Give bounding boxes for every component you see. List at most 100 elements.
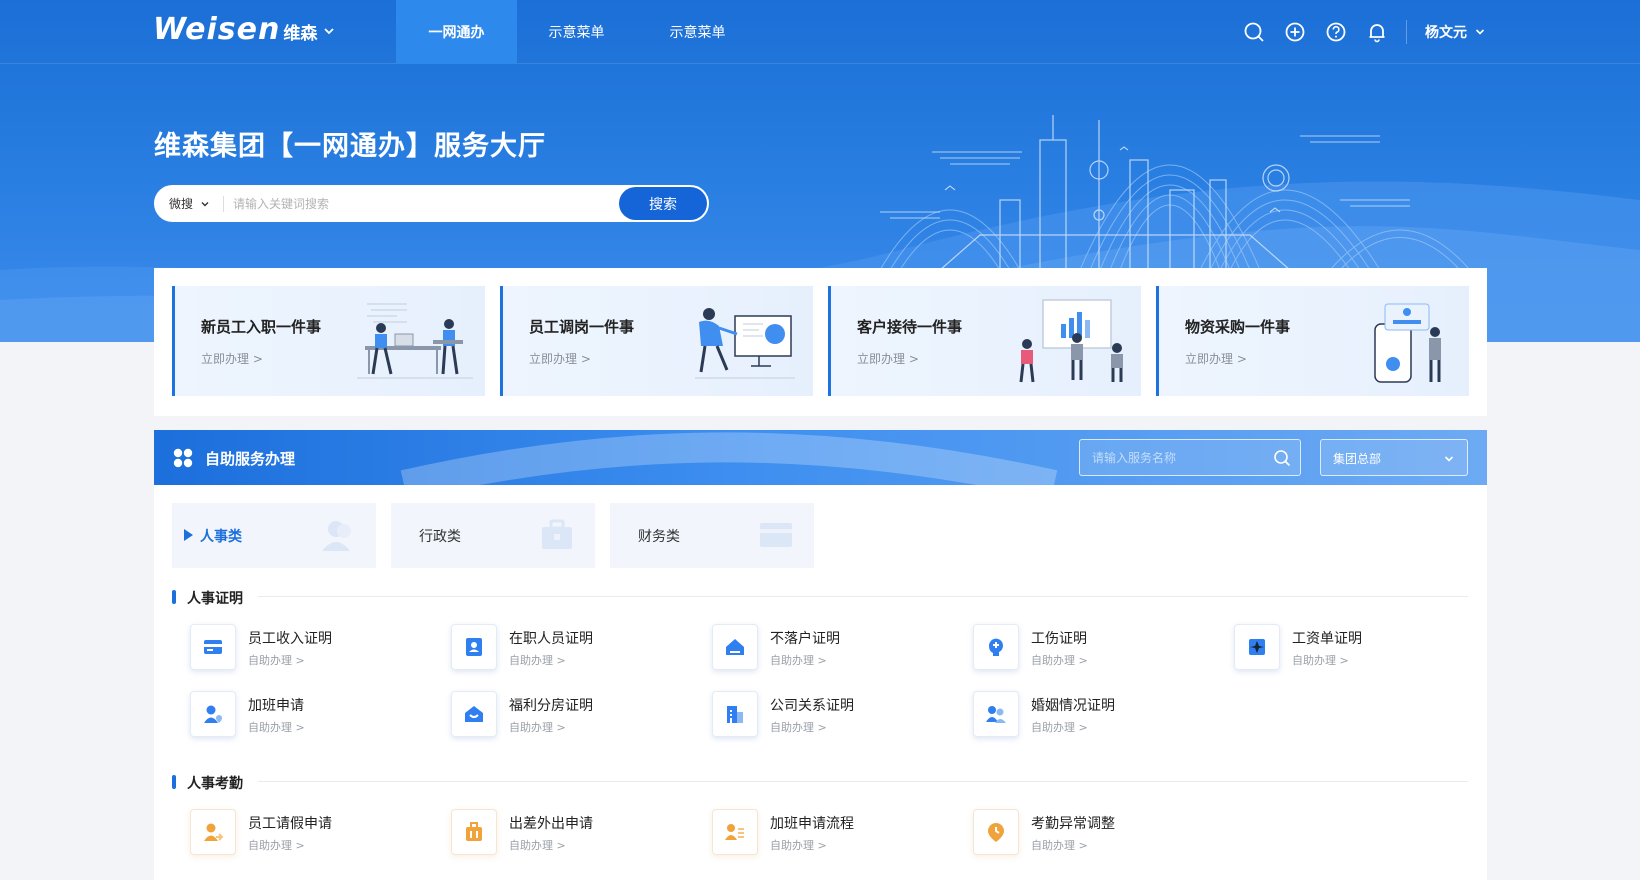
category-tab-hr[interactable]: 人事类 bbox=[172, 503, 376, 568]
service-item[interactable]: 公司关系证明 自助办理 > bbox=[712, 689, 952, 739]
home-icon bbox=[712, 624, 758, 670]
search-scope-dropdown[interactable]: 微搜 bbox=[169, 186, 210, 221]
search-scope-label: 微搜 bbox=[169, 197, 194, 211]
company-logo[interactable]: Weisen 维森 bbox=[153, 12, 317, 47]
building-icon bbox=[712, 691, 758, 737]
service-item[interactable]: 加班申请流程 自助办理 > bbox=[712, 807, 952, 857]
quick-card-title: 新员工入职一件事 bbox=[201, 318, 322, 336]
service-item[interactable]: 加班申请 自助办理 > bbox=[190, 689, 430, 739]
search-input[interactable] bbox=[233, 190, 613, 218]
service-link[interactable]: 自助办理 > bbox=[509, 719, 566, 735]
section-title: 自助服务办理 bbox=[205, 450, 296, 468]
service-item[interactable]: 婚姻情况证明 自助办理 > bbox=[973, 689, 1213, 739]
quick-card-title: 客户接待一件事 bbox=[857, 318, 963, 336]
section-divider bbox=[258, 596, 1468, 597]
category-tab-admin[interactable]: 行政类 bbox=[391, 503, 595, 568]
service-search-input[interactable] bbox=[1092, 448, 1262, 468]
service-link[interactable]: 自助办理 > bbox=[1031, 719, 1088, 735]
logo-subtext: 维森 bbox=[283, 24, 318, 44]
quick-card-reception[interactable]: 客户接待一件事 立即办理 > bbox=[828, 286, 1141, 396]
card-icon bbox=[190, 624, 236, 670]
service-name: 在职人员证明 bbox=[509, 631, 593, 647]
service-link[interactable]: 自助办理 > bbox=[770, 837, 827, 853]
nav-tab-one-stop[interactable]: 一网通办 bbox=[396, 0, 517, 64]
user-name[interactable]: 杨文元 bbox=[1425, 22, 1467, 42]
category-label: 人事类 bbox=[200, 529, 242, 545]
help-icon[interactable] bbox=[1325, 21, 1347, 43]
quick-card-transfer[interactable]: 员工调岗一件事 立即办理 > bbox=[500, 286, 813, 396]
self-service-panel: 自助服务办理 集团总部 人事类 行政类 财务类 人事证明 员工收入证明 自助办理… bbox=[154, 430, 1487, 880]
service-link[interactable]: 自助办理 > bbox=[1031, 837, 1088, 853]
onboarding-illustration bbox=[357, 303, 473, 379]
service-search-box bbox=[1079, 439, 1301, 476]
service-link[interactable]: 自助办理 > bbox=[248, 719, 305, 735]
service-name: 婚姻情况证明 bbox=[1031, 698, 1115, 714]
service-link[interactable]: 自助办理 > bbox=[770, 719, 827, 735]
wallet-card-icon bbox=[760, 523, 792, 547]
id-badge-icon bbox=[451, 624, 497, 670]
quick-card-onboarding[interactable]: 新员工入职一件事 立即办理 > bbox=[172, 286, 485, 396]
service-link[interactable]: 自助办理 > bbox=[248, 837, 305, 853]
couple-icon bbox=[973, 691, 1019, 737]
service-link[interactable]: 自助办理 > bbox=[509, 837, 566, 853]
search-divider bbox=[223, 196, 224, 212]
service-link[interactable]: 自助办理 > bbox=[509, 652, 566, 668]
service-item[interactable]: 员工收入证明 自助办理 > bbox=[190, 622, 430, 672]
org-select-value: 集团总部 bbox=[1333, 452, 1382, 466]
chevron-down-icon[interactable] bbox=[322, 24, 336, 38]
quick-card-link[interactable]: 立即办理 > bbox=[857, 350, 919, 367]
service-item[interactable]: 出差外出申请 自助办理 > bbox=[451, 807, 691, 857]
procurement-illustration bbox=[1374, 303, 1441, 383]
nav-divider bbox=[1406, 20, 1407, 44]
sparkle-doc-icon bbox=[1234, 624, 1280, 670]
bell-icon[interactable] bbox=[1366, 21, 1388, 43]
quick-services-panel: 新员工入职一件事 立即办理 > 员工调岗一件事 立即办理 > 客户接待一件事 立… bbox=[154, 268, 1487, 416]
chevron-down-icon bbox=[201, 201, 209, 206]
org-select[interactable]: 集团总部 bbox=[1320, 439, 1468, 476]
category-label: 财务类 bbox=[638, 529, 680, 545]
service-link[interactable]: 自助办理 > bbox=[248, 652, 305, 668]
service-name: 工资单证明 bbox=[1292, 631, 1362, 647]
service-name: 加班申请流程 bbox=[770, 816, 854, 832]
people-icon bbox=[322, 521, 351, 551]
category-tab-finance[interactable]: 财务类 bbox=[610, 503, 814, 568]
quick-card-link[interactable]: 立即办理 > bbox=[529, 350, 591, 367]
service-link[interactable]: 自助办理 > bbox=[1031, 652, 1088, 668]
plus-circle-icon[interactable] bbox=[1284, 21, 1306, 43]
nav-tab-demo-menu-1[interactable]: 示意菜单 bbox=[516, 0, 637, 64]
transfer-illustration bbox=[695, 308, 795, 379]
service-item[interactable]: 员工请假申请 自助办理 > bbox=[190, 807, 430, 857]
service-link[interactable]: 自助办理 > bbox=[1292, 652, 1349, 668]
search-icon[interactable] bbox=[1243, 21, 1265, 43]
service-item[interactable]: 工资单证明 自助办理 > bbox=[1234, 622, 1474, 672]
self-service-header: 自助服务办理 集团总部 bbox=[154, 430, 1487, 485]
search-button[interactable]: 搜索 bbox=[619, 187, 707, 220]
service-name: 出差外出申请 bbox=[509, 816, 593, 832]
service-name: 福利分房证明 bbox=[509, 698, 593, 714]
user-location-icon bbox=[190, 691, 236, 737]
service-name: 工伤证明 bbox=[1031, 631, 1087, 647]
nav-tab-demo-menu-2[interactable]: 示意菜单 bbox=[637, 0, 758, 64]
section-heading: 人事考勤 bbox=[172, 773, 243, 793]
service-name: 员工收入证明 bbox=[248, 631, 332, 647]
clock-pin-icon bbox=[973, 809, 1019, 855]
service-item[interactable]: 不落户证明 自助办理 > bbox=[712, 622, 952, 672]
apps-icon bbox=[173, 448, 193, 468]
quick-card-title: 员工调岗一件事 bbox=[529, 318, 635, 336]
service-link[interactable]: 自助办理 > bbox=[770, 652, 827, 668]
chevron-down-icon[interactable] bbox=[1474, 26, 1486, 38]
search-icon[interactable] bbox=[1273, 449, 1291, 467]
service-item[interactable]: 考勤异常调整 自助办理 > bbox=[973, 807, 1213, 857]
quick-card-link[interactable]: 立即办理 > bbox=[1185, 350, 1247, 367]
house-smile-icon bbox=[451, 691, 497, 737]
reception-illustration bbox=[1019, 299, 1123, 383]
service-item[interactable]: 工伤证明 自助办理 > bbox=[973, 622, 1213, 672]
briefcase-icon bbox=[542, 519, 572, 549]
service-item[interactable]: 福利分房证明 自助办理 > bbox=[451, 689, 691, 739]
service-item[interactable]: 在职人员证明 自助办理 > bbox=[451, 622, 691, 672]
category-label: 行政类 bbox=[419, 529, 461, 545]
page-title: 维森集团【一网通办】服务大厅 bbox=[154, 131, 546, 162]
quick-card-procurement[interactable]: 物资采购一件事 立即办理 > bbox=[1156, 286, 1469, 396]
quick-card-link[interactable]: 立即办理 > bbox=[201, 350, 263, 367]
user-arrow-icon bbox=[190, 809, 236, 855]
